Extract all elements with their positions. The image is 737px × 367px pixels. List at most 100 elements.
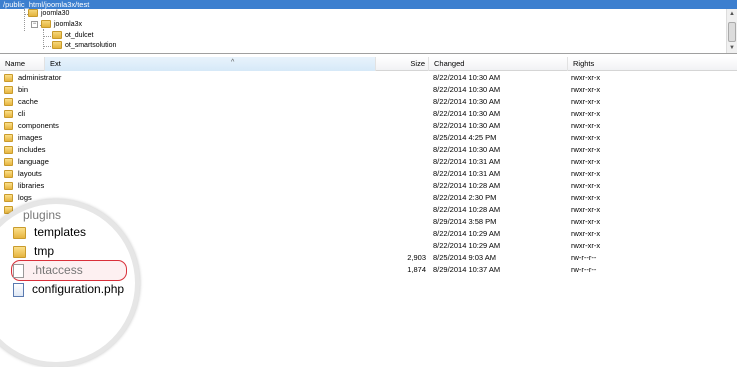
row-changed: 8/22/2014 10:29 AM <box>433 241 501 250</box>
row-changed: 8/22/2014 10:30 AM <box>433 109 501 118</box>
tree-item-ot-smartsolution[interactable]: ot_smartsolution <box>52 41 116 51</box>
row-changed: 8/22/2014 2:30 PM <box>433 193 497 202</box>
row-changed: 8/22/2014 10:31 AM <box>433 169 501 178</box>
row-name: libraries <box>4 180 44 192</box>
row-changed: 8/29/2014 3:58 PM <box>433 217 497 226</box>
tree-item-joomla3x[interactable]: joomla3x <box>41 20 82 30</box>
table-row[interactable]: layouts 8/22/2014 10:31 AM rwxr-xr-x <box>0 168 737 180</box>
row-rights: rwxr-xr-x <box>571 169 601 178</box>
folder-icon <box>28 9 38 18</box>
table-row[interactable]: images 8/25/2014 4:25 PM rwxr-xr-x <box>0 132 737 144</box>
row-name: logs <box>4 192 32 204</box>
folder-icon <box>4 158 13 167</box>
column-header-size[interactable]: Size <box>376 57 429 71</box>
row-changed: 8/22/2014 10:30 AM <box>433 85 501 94</box>
folder-icon <box>4 122 13 131</box>
row-rights: rwxr-xr-x <box>571 193 601 202</box>
table-row[interactable]: media8/22/2014 10:28 AMrwxr-xr-x <box>0 204 737 216</box>
row-changed: 8/22/2014 10:29 AM <box>433 229 501 238</box>
table-row[interactable]: administrator 8/22/2014 10:30 AM rwxr-xr-x <box>0 72 737 84</box>
row-rights: rwxr-xr-x <box>571 229 601 238</box>
scroll-up-icon[interactable]: ▲ <box>727 9 737 19</box>
folder-icon <box>4 194 13 203</box>
folder-icon <box>4 86 13 95</box>
table-row[interactable]: cache 8/22/2014 10:30 AM rwxr-xr-x <box>0 96 737 108</box>
magnified-item-configuration: configuration.php <box>13 280 124 299</box>
row-rights: rw-r--r-- <box>571 253 597 262</box>
file-list-header: Name Ext ^ Size Changed Rights <box>0 57 737 71</box>
folder-icon <box>52 31 62 40</box>
folder-icon <box>52 41 62 50</box>
php-file-icon <box>13 282 24 297</box>
row-name: cli <box>4 108 25 120</box>
folder-icon <box>13 226 26 239</box>
row-name: language <box>4 156 49 168</box>
row-name: bin <box>4 84 28 96</box>
folder-icon <box>4 110 13 119</box>
tree-connector <box>24 9 25 31</box>
row-rights: rwxr-xr-x <box>571 121 601 130</box>
magnified-item-templates: templates <box>13 223 86 242</box>
row-changed: 8/22/2014 10:30 AM <box>433 121 501 130</box>
row-rights: rw-r--r-- <box>571 265 597 274</box>
row-changed: 8/22/2014 10:30 AM <box>433 145 501 154</box>
table-row[interactable]: components 8/22/2014 10:30 AM rwxr-xr-x <box>0 120 737 132</box>
row-size: 2,903 <box>407 253 426 262</box>
column-header-name[interactable]: Name <box>0 57 45 71</box>
row-rights: rwxr-xr-x <box>571 73 601 82</box>
row-rights: rwxr-xr-x <box>571 97 601 106</box>
table-row[interactable]: bin 8/22/2014 10:30 AM rwxr-xr-x <box>0 84 737 96</box>
table-row[interactable]: logs 8/22/2014 2:30 PM rwxr-xr-x <box>0 192 737 204</box>
row-rights: rwxr-xr-x <box>571 205 601 214</box>
row-name: layouts <box>4 168 42 180</box>
scroll-down-icon[interactable]: ▼ <box>727 43 737 53</box>
row-changed: 8/25/2014 9:03 AM <box>433 253 496 262</box>
table-row[interactable]: cli 8/22/2014 10:30 AM rwxr-xr-x <box>0 108 737 120</box>
folder-icon <box>4 98 13 107</box>
column-header-changed[interactable]: Changed <box>429 57 568 71</box>
row-name: cache <box>4 96 38 108</box>
row-changed: 8/22/2014 10:28 AM <box>433 205 501 214</box>
row-rights: rwxr-xr-x <box>571 133 601 142</box>
row-changed: 8/29/2014 10:37 AM <box>433 265 501 274</box>
row-rights: rwxr-xr-x <box>571 109 601 118</box>
row-rights: rwxr-xr-x <box>571 217 601 226</box>
scroll-thumb[interactable] <box>728 22 736 42</box>
file-icon <box>13 263 24 278</box>
row-name: administrator <box>4 72 61 84</box>
table-row[interactable]: includes 8/22/2014 10:30 AM rwxr-xr-x <box>0 144 737 156</box>
row-size: 1,874 <box>407 265 426 274</box>
row-changed: 8/22/2014 10:31 AM <box>433 157 501 166</box>
table-row[interactable]: language 8/22/2014 10:31 AM rwxr-xr-x <box>0 156 737 168</box>
column-header-rights[interactable]: Rights <box>568 57 737 71</box>
row-name: components <box>4 120 59 132</box>
magnified-item-htaccess: .htaccess <box>13 261 83 280</box>
tree-item-ot-dulcet[interactable]: ot_dulcet <box>52 31 93 41</box>
path-bar: /public_html/joomla3x/test <box>0 0 737 9</box>
row-rights: rwxr-xr-x <box>571 145 601 154</box>
row-rights: rwxr-xr-x <box>571 157 601 166</box>
folder-icon <box>4 170 13 179</box>
row-rights: rwxr-xr-x <box>571 181 601 190</box>
row-changed: 8/22/2014 10:30 AM <box>433 73 501 82</box>
column-header-ext[interactable]: Ext ^ <box>45 57 376 71</box>
row-name: includes <box>4 144 46 156</box>
tree-connector <box>43 36 51 37</box>
magnified-item-tmp: tmp <box>13 242 54 261</box>
folder-icon <box>41 20 51 29</box>
folder-tree[interactable]: − joomla30 joomla3x ot_dulcet ot_smartso… <box>0 9 737 54</box>
folder-icon <box>13 245 26 258</box>
row-rights: rwxr-xr-x <box>571 241 601 250</box>
row-rights: rwxr-xr-x <box>571 85 601 94</box>
row-changed: 8/25/2014 4:25 PM <box>433 133 497 142</box>
tree-item-joomla30[interactable]: joomla30 <box>28 9 69 19</box>
row-changed: 8/22/2014 10:30 AM <box>433 97 501 106</box>
row-changed: 8/22/2014 10:28 AM <box>433 181 501 190</box>
tree-scrollbar[interactable]: ▲ ▼ <box>726 9 737 53</box>
folder-icon <box>4 146 13 155</box>
table-row[interactable]: libraries 8/22/2014 10:28 AM rwxr-xr-x <box>0 180 737 192</box>
folder-icon <box>4 134 13 143</box>
tree-connector <box>43 46 51 47</box>
folder-icon <box>4 74 13 83</box>
tree-collapse-icon[interactable]: − <box>31 21 38 28</box>
